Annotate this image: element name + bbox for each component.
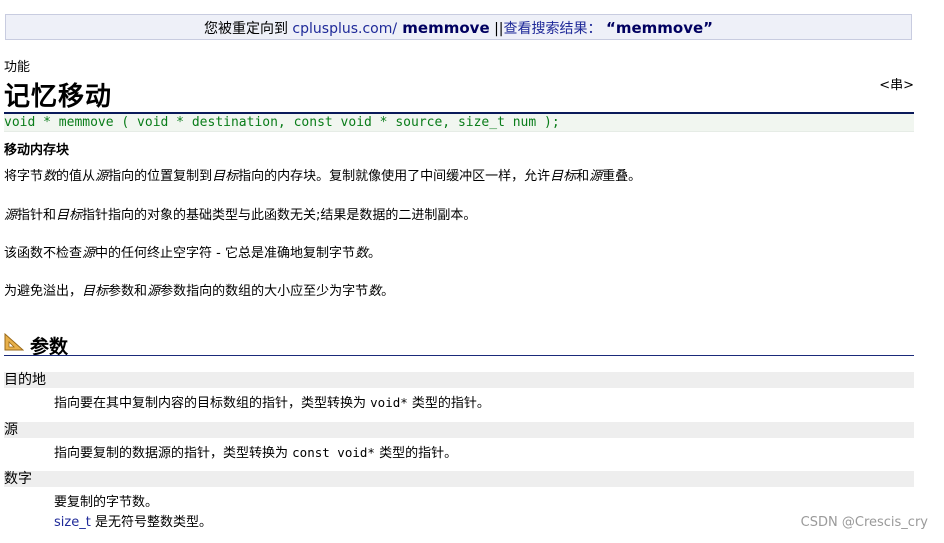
category-label: 功能 [4, 60, 31, 75]
redirect-keyword: memmove [397, 19, 490, 37]
redirect-site-link[interactable]: cplusplus.com/ [292, 21, 397, 37]
param-desc-destination: 指向要在其中复制内容的目标数组的指针，类型转换为 void* 类型的指针。 [54, 395, 490, 411]
parameters-divider [4, 355, 914, 356]
header-type-link[interactable]: <串> [879, 74, 914, 93]
redirect-prefix: 您被重定向到 [203, 21, 293, 37]
param-desc-source: 指向要复制的数据源的指针，类型转换为 const void* 类型的指针。 [54, 445, 458, 461]
param-name-num: 数字 [4, 471, 914, 487]
description-paragraph-1: 将字节数的值从源指向的位置复制到目标指向的内存块。复制就像使用了中间缓冲区一样，… [4, 169, 642, 184]
description-paragraph-4: 为避免溢出，目标参数和源参数指向的数组的大小应至少为字节数。 [4, 284, 395, 299]
redirect-separator: || [489, 21, 504, 37]
param-name-source: 源 [4, 422, 914, 438]
description-paragraph-2: 源指针和目标指针指向的对象的基础类型与此函数无关;结果是数据的二进制副本。 [4, 208, 477, 223]
redirect-banner: 您被重定向到 cplusplus.com/ memmove ||查看搜索结果： … [5, 14, 912, 40]
function-prototype: void * memmove ( void * destination, con… [4, 114, 914, 132]
description-paragraph-3: 该函数不检查源中的任何终止空字符 - 它总是准确地复制字节数。 [4, 246, 382, 261]
watermark: CSDN @Crescis_cry [800, 515, 928, 530]
search-query: “memmove” [605, 19, 714, 37]
search-results-link[interactable]: 查看搜索结果： [504, 21, 602, 37]
set-square-icon [4, 333, 24, 351]
param-desc-num-line1: 要复制的字节数。 [54, 495, 159, 510]
summary-heading: 移动内存块 [4, 143, 70, 158]
param-name-destination: 目的地 [4, 372, 914, 388]
page-title: 记忆移动 [4, 82, 113, 112]
size-t-link[interactable]: size_t [54, 515, 91, 530]
param-desc-num-line2: size_t 是无符号整数类型。 [54, 515, 212, 530]
